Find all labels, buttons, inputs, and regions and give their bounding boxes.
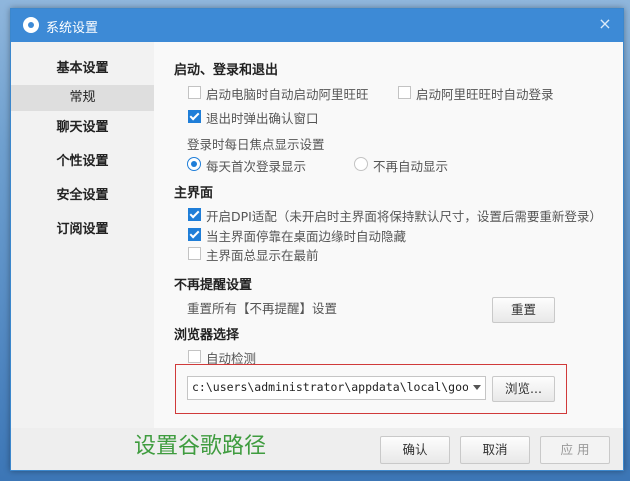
auto-start-checkbox[interactable] bbox=[188, 86, 201, 99]
section-title-main-ui: 主界面 bbox=[174, 186, 214, 201]
auto-start-label: 启动电脑时自动启动阿里旺旺 bbox=[206, 87, 369, 102]
close-icon[interactable]: × bbox=[595, 14, 615, 34]
sidebar-item-security[interactable]: 安全设置 bbox=[11, 183, 154, 209]
exit-confirm-checkbox[interactable] bbox=[188, 110, 201, 123]
browse-button[interactable]: 浏览... bbox=[492, 376, 555, 402]
dpi-label: 开启DPI适配（未开启时主界面将保持默认尺寸，设置后需要重新登录） bbox=[206, 209, 602, 224]
section-title-startup: 启动、登录和退出 bbox=[174, 63, 279, 78]
sidebar: 基本设置 常规 聊天设置 个性设置 安全设置 订阅设置 bbox=[11, 42, 154, 428]
focus-setting-label: 登录时每日焦点显示设置 bbox=[187, 137, 325, 152]
focus-never-radio[interactable] bbox=[354, 157, 368, 171]
ok-button[interactable]: 确认 bbox=[380, 436, 450, 464]
focus-first-radio[interactable] bbox=[187, 157, 201, 171]
annotation-text: 设置谷歌路径 bbox=[134, 434, 267, 459]
focus-never-label: 不再自动显示 bbox=[373, 159, 449, 174]
section-title-browser: 浏览器选择 bbox=[174, 328, 240, 343]
window-title: 系统设置 bbox=[46, 21, 99, 36]
apply-button[interactable]: 应 用 bbox=[540, 436, 610, 464]
sidebar-item-subscribe[interactable]: 订阅设置 bbox=[11, 217, 154, 243]
auto-login-checkbox[interactable] bbox=[398, 86, 411, 99]
focus-first-label: 每天首次登录显示 bbox=[206, 159, 307, 174]
reset-reminder-label: 重置所有【不再提醒】设置 bbox=[187, 301, 338, 316]
auto-hide-label: 当主界面停靠在桌面边缘时自动隐藏 bbox=[206, 229, 407, 244]
section-title-reminder: 不再提醒设置 bbox=[174, 278, 253, 293]
browser-path-select[interactable]: c:\users\administrator\appdata\local\goo… bbox=[187, 376, 486, 400]
title-bar: 系统设置 × bbox=[11, 9, 623, 42]
always-top-label: 主界面总显示在最前 bbox=[206, 248, 319, 263]
auto-login-label: 启动阿里旺旺时自动登录 bbox=[416, 87, 554, 102]
app-logo-icon bbox=[23, 17, 39, 33]
always-top-checkbox[interactable] bbox=[188, 247, 201, 260]
auto-hide-checkbox[interactable] bbox=[188, 228, 201, 241]
reset-button[interactable]: 重置 bbox=[492, 297, 555, 323]
sidebar-item-general[interactable]: 常规 bbox=[11, 85, 154, 111]
sidebar-item-basic[interactable]: 基本设置 bbox=[11, 56, 154, 82]
cancel-button[interactable]: 取消 bbox=[460, 436, 530, 464]
sidebar-item-personal[interactable]: 个性设置 bbox=[11, 149, 154, 175]
dpi-checkbox[interactable] bbox=[188, 208, 201, 221]
auto-detect-checkbox[interactable] bbox=[188, 350, 201, 363]
browser-path-value: c:\users\administrator\appdata\local\goo… bbox=[192, 380, 468, 394]
chevron-down-icon[interactable] bbox=[473, 385, 481, 390]
exit-confirm-label: 退出时弹出确认窗口 bbox=[206, 111, 319, 126]
footer-bar bbox=[11, 428, 623, 470]
sidebar-item-chat[interactable]: 聊天设置 bbox=[11, 115, 154, 141]
